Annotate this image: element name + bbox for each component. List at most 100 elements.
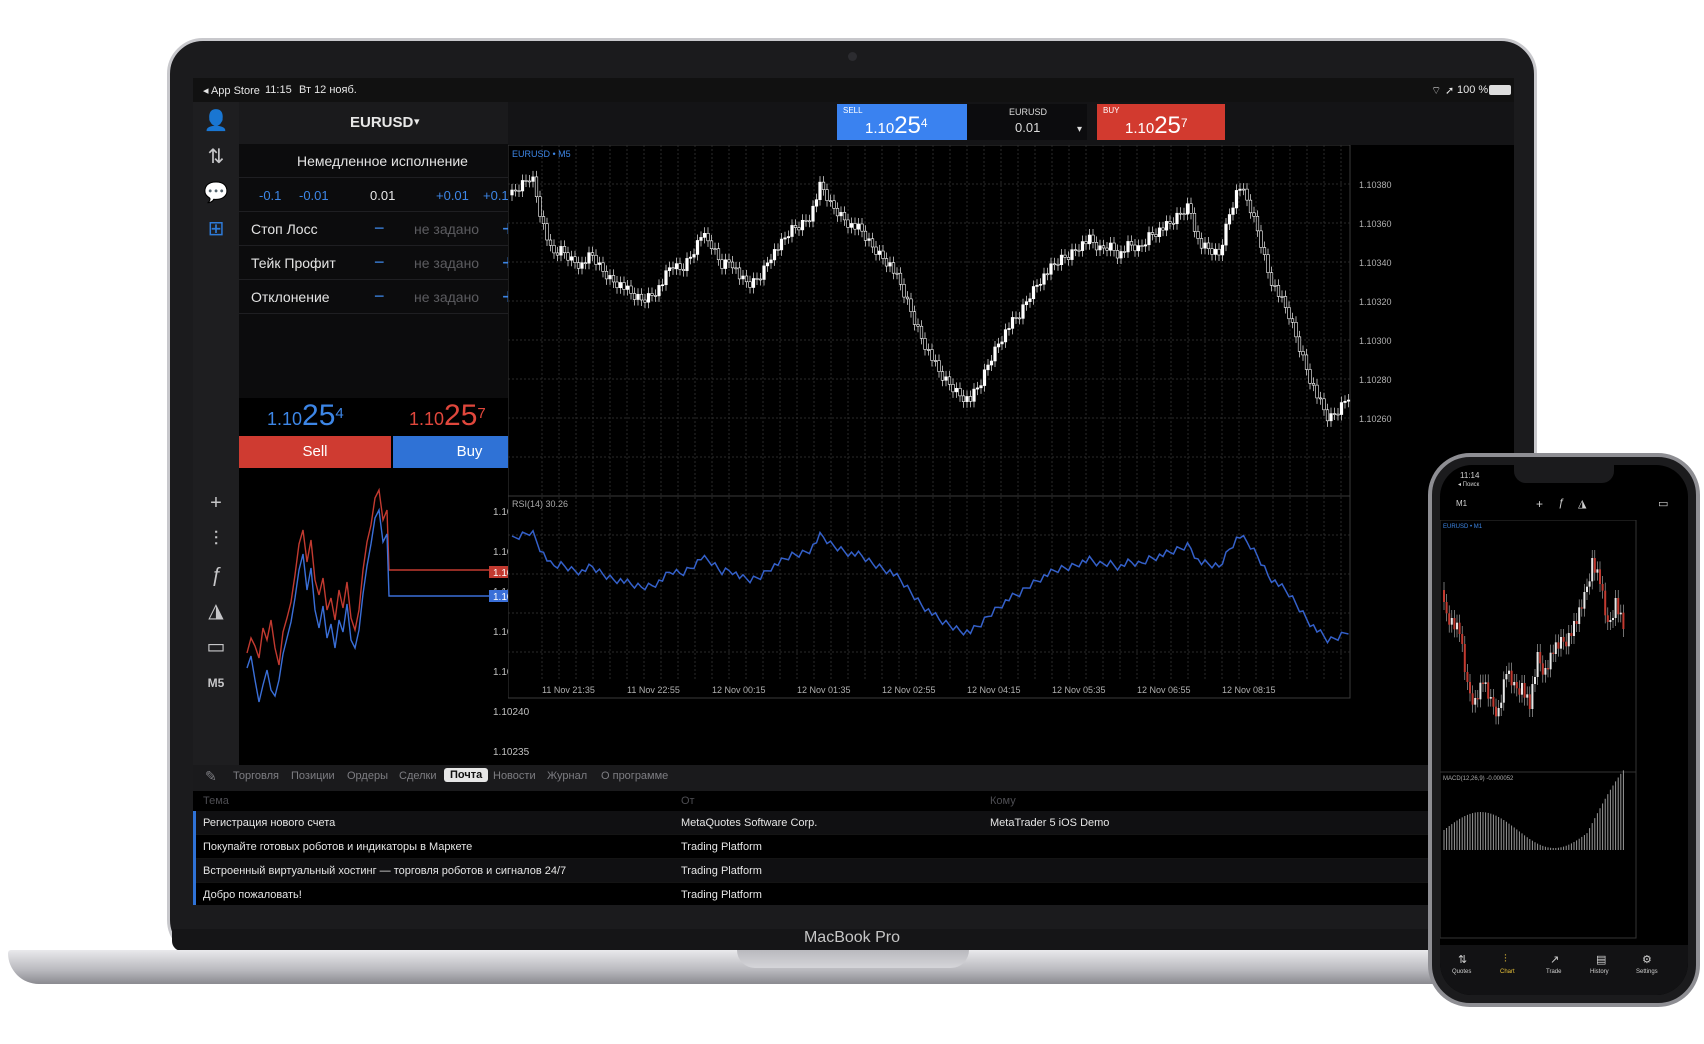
chart-icon[interactable]: ⫶ xyxy=(1504,953,1507,966)
tab-journal[interactable]: Журнал xyxy=(547,770,587,782)
tab-news[interactable]: Новости xyxy=(493,770,536,782)
candle-body xyxy=(730,261,735,269)
tab-positions[interactable]: Позиции xyxy=(291,770,335,782)
deviation-minus-button[interactable]: − xyxy=(374,286,385,307)
candle-body xyxy=(629,285,633,294)
stop-loss-minus-button[interactable]: − xyxy=(374,218,385,239)
phone-time: 11:14 xyxy=(1460,471,1480,480)
candle-body xyxy=(1077,249,1081,252)
execution-mode-row[interactable]: Немедленное исполнение xyxy=(239,144,546,178)
history-icon[interactable]: ▤ xyxy=(1596,953,1606,966)
trade-icon[interactable]: ↗ xyxy=(1550,953,1559,966)
candle-body xyxy=(671,267,675,270)
volume-minus-0-1[interactable]: -0.1 xyxy=(259,188,281,203)
compose-mail-icon[interactable]: ✎ xyxy=(205,768,217,785)
objects-icon[interactable]: ◮ xyxy=(1578,497,1586,510)
trade-icon[interactable]: ▭ xyxy=(1658,497,1668,510)
tab-settings[interactable]: Settings xyxy=(1636,969,1658,975)
mail-row[interactable]: Добро пожаловать! Trading Platform xyxy=(193,883,1514,905)
phone-candle-body xyxy=(1448,613,1451,625)
chevron-down-icon[interactable]: ▾ xyxy=(414,115,420,128)
tab-mail[interactable]: Почта xyxy=(444,768,489,782)
tab-quotes[interactable]: Quotes xyxy=(1452,969,1471,975)
main-y-label: 1.10340 xyxy=(1359,258,1392,268)
volume-plus-0-1[interactable]: +0.1 xyxy=(483,188,509,203)
phone-candle-body xyxy=(1588,581,1591,587)
new-order-icon[interactable]: ⊞ xyxy=(203,216,229,242)
candle-body xyxy=(828,200,833,202)
tab-deals[interactable]: Сделки xyxy=(399,770,437,782)
chat-icon[interactable]: 💬 xyxy=(203,180,229,206)
quick-sell-button[interactable]: SELL 1.10254 xyxy=(837,104,967,140)
mail-row[interactable]: Встроенный виртуальный хостинг — торговл… xyxy=(193,859,1514,883)
candle-body xyxy=(646,293,651,303)
candle-body xyxy=(538,196,542,217)
objects-icon[interactable]: ◮ xyxy=(203,598,229,624)
deviation-value[interactable]: не задано xyxy=(414,289,479,305)
rsi-label: RSI(14) 30.26 xyxy=(512,499,568,509)
crosshair-icon[interactable]: + xyxy=(203,490,229,516)
volume-plus-0-01[interactable]: +0.01 xyxy=(436,188,469,203)
tab-chart[interactable]: Chart xyxy=(1500,969,1515,975)
quick-volume-selector[interactable]: EURUSD 0.01 ▾ xyxy=(967,104,1087,140)
phone-candle-body xyxy=(1593,558,1596,573)
candle-body xyxy=(1094,242,1099,251)
tab-history[interactable]: History xyxy=(1590,969,1609,975)
tab-trade[interactable]: Торговля xyxy=(233,770,279,782)
phone-timeframe[interactable]: M1 xyxy=(1456,499,1467,508)
candle-body xyxy=(905,296,910,300)
sell-button[interactable]: Sell xyxy=(239,436,391,468)
mail-row[interactable]: Покупайте готовых роботов и индикаторы в… xyxy=(193,835,1514,859)
mail-row[interactable]: Регистрация нового счета MetaQuotes Soft… xyxy=(193,811,1514,835)
phone-candle-body xyxy=(1609,620,1612,622)
back-to-app-store[interactable]: ◂ App Store xyxy=(203,84,260,97)
tick-chart[interactable]: 1.10265 1.10260 1.10255 1.10250 1.10245 … xyxy=(239,470,546,765)
tab-trade[interactable]: Trade xyxy=(1546,969,1561,975)
main-x-label: 12 Nov 06:55 xyxy=(1137,685,1191,695)
volume-value[interactable]: 0.01 xyxy=(370,188,395,203)
gear-icon[interactable]: ⚙ xyxy=(1642,953,1652,966)
take-profit-minus-button[interactable]: − xyxy=(374,252,385,273)
candle-body xyxy=(1241,188,1246,191)
one-click-trading-icon[interactable]: ▭ xyxy=(203,634,229,660)
phone-back[interactable]: ◂ Поиск xyxy=(1458,481,1479,488)
symbol-selector[interactable]: EURUSD xyxy=(350,114,413,131)
phone-candle-body xyxy=(1612,618,1614,620)
deviation-row: Отклонение − не задано + xyxy=(239,280,546,314)
candle-body xyxy=(667,267,672,272)
main-chart[interactable]: EURUSD • M5 RSI(14) 30.26 1.10380 1.1036… xyxy=(508,145,1514,765)
quotes-icon[interactable]: ⇅ xyxy=(1458,953,1467,966)
trade-arrows-icon[interactable]: ⇅ xyxy=(203,144,229,170)
chart-type-icon[interactable]: ⫶ xyxy=(203,526,229,552)
tab-about[interactable]: О программе xyxy=(601,770,668,782)
timeframe-button[interactable]: M5 xyxy=(203,670,229,696)
main-x-label: 12 Nov 08:15 xyxy=(1222,685,1276,695)
volume-minus-0-01[interactable]: -0.01 xyxy=(299,188,329,203)
candle-body xyxy=(1066,257,1071,260)
phone-chart[interactable]: EURUSD • M1 MACD(12,26,9) -0.000052 xyxy=(1440,520,1688,945)
main-x-label: 12 Nov 05:35 xyxy=(1052,685,1106,695)
quick-buy-button[interactable]: BUY 1.10257 xyxy=(1097,104,1225,140)
candle-body xyxy=(902,284,906,298)
indicators-icon[interactable]: ƒ xyxy=(1558,497,1564,509)
take-profit-value[interactable]: не задано xyxy=(414,255,479,271)
candle-body xyxy=(1147,232,1151,246)
tab-orders[interactable]: Ордеры xyxy=(347,770,388,782)
stop-loss-value[interactable]: не задано xyxy=(414,221,479,237)
candle-body xyxy=(849,223,854,228)
phone-candle-body xyxy=(1513,682,1516,686)
candle-body xyxy=(653,295,658,297)
candle-body xyxy=(569,256,574,261)
candle-body xyxy=(846,219,850,228)
candle-body xyxy=(814,199,819,207)
candle-body xyxy=(1087,234,1092,245)
accounts-icon[interactable]: 👤 xyxy=(203,108,229,134)
crosshair-icon[interactable]: + xyxy=(1536,497,1543,511)
phone-candle-body xyxy=(1484,682,1487,684)
phone-candle-body xyxy=(1606,615,1609,622)
indicators-icon[interactable]: ƒ xyxy=(203,562,229,588)
main-y-label: 1.10260 xyxy=(1359,414,1392,424)
candle-body xyxy=(1336,413,1340,416)
candle-body xyxy=(1045,273,1050,276)
candle-body xyxy=(573,256,577,263)
